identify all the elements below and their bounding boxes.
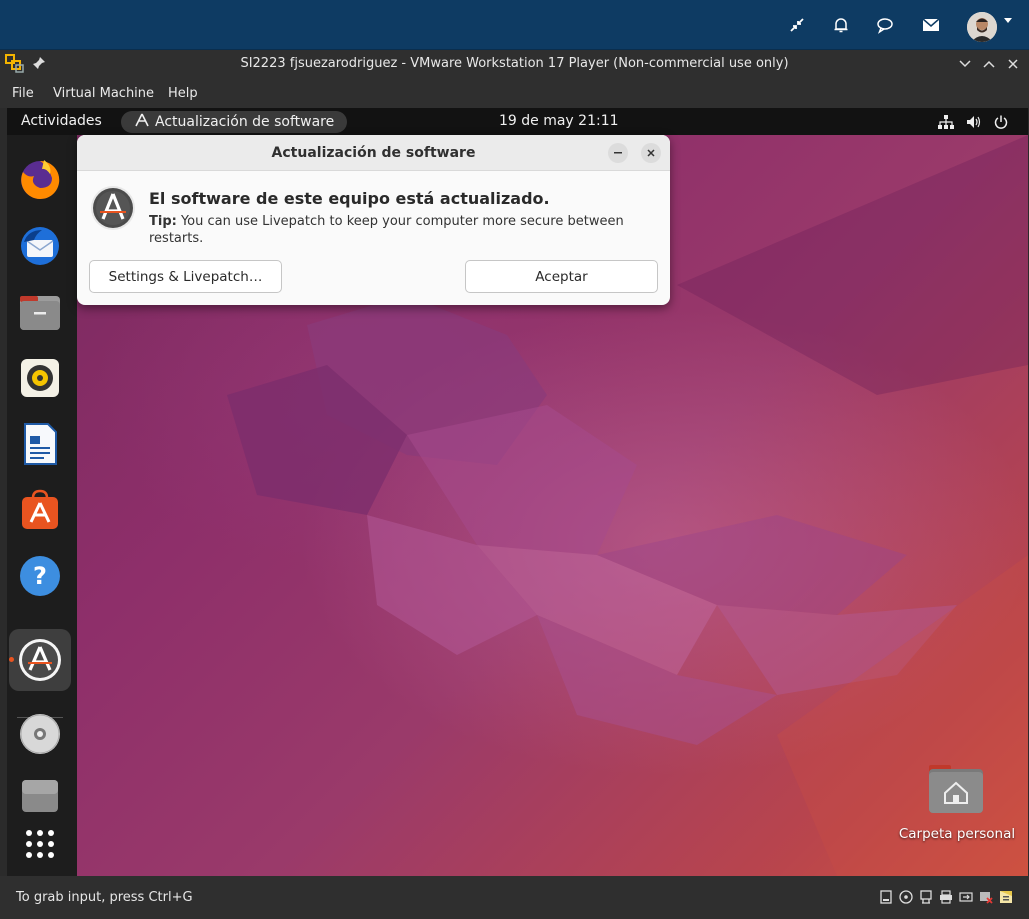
files-icon[interactable] xyxy=(17,289,63,335)
guest-screen[interactable]: Actividades Actualización de software 19… xyxy=(7,108,1028,876)
help-icon[interactable]: ? xyxy=(17,553,63,599)
collapse-arrows-icon[interactable] xyxy=(785,13,809,37)
app-menu-button[interactable]: Actualización de software xyxy=(121,111,347,133)
usb-icon[interactable] xyxy=(958,889,974,905)
hard-disk-icon[interactable] xyxy=(878,889,894,905)
software-updater-dialog-icon xyxy=(90,185,136,231)
clock[interactable]: 19 de may 21:11 xyxy=(499,113,619,129)
volume-icon[interactable] xyxy=(965,113,983,131)
home-folder-icon[interactable] xyxy=(927,763,985,815)
tip-label: Tip: xyxy=(149,214,177,229)
app-menu-label: Actualización de software xyxy=(155,114,335,130)
libreoffice-writer-icon[interactable] xyxy=(17,421,63,467)
vmware-title-bar: SI2223 fjsuezarodriguez - VMware Worksta… xyxy=(0,50,1029,78)
menu-virtual-machine[interactable]: Virtual Machine xyxy=(53,86,154,101)
menu-file[interactable]: File xyxy=(12,86,34,101)
svg-text:?: ? xyxy=(33,562,47,590)
printer-icon[interactable] xyxy=(938,889,954,905)
chevron-down-icon[interactable] xyxy=(1004,18,1012,23)
ubuntu-software-icon[interactable] xyxy=(17,487,63,533)
window-title: SI2223 fjsuezarodriguez - VMware Worksta… xyxy=(240,56,789,71)
settings-livepatch-button[interactable]: Settings & Livepatch… xyxy=(89,260,282,293)
sound-card-icon[interactable] xyxy=(978,889,994,905)
dialog-header: Actualización de software xyxy=(77,135,670,171)
host-top-bar xyxy=(0,0,1029,50)
tip-text: You can use Livepatch to keep your compu… xyxy=(149,214,624,246)
dock: ? xyxy=(7,135,77,876)
menu-help[interactable]: Help xyxy=(168,86,198,101)
message-log-icon[interactable] xyxy=(998,889,1014,905)
grab-input-message: To grab input, press Ctrl+G xyxy=(16,890,193,905)
power-icon[interactable] xyxy=(992,113,1010,131)
gnome-top-bar: Actividades Actualización de software 19… xyxy=(7,108,1028,135)
running-indicator xyxy=(9,657,14,662)
network-adapter-icon[interactable] xyxy=(918,889,934,905)
bell-icon[interactable] xyxy=(829,13,853,37)
vmware-status-bar: To grab input, press Ctrl+G xyxy=(0,876,1029,919)
maximize-chevron-icon[interactable] xyxy=(979,54,999,74)
chat-bubble-icon[interactable] xyxy=(873,13,897,37)
activities-button[interactable]: Actividades xyxy=(21,113,102,129)
show-applications-icon[interactable] xyxy=(17,821,63,867)
dialog-close-button[interactable] xyxy=(641,143,661,163)
dialog-title: Actualización de software xyxy=(271,145,476,161)
thunderbird-icon[interactable] xyxy=(17,223,63,269)
cd-icon[interactable] xyxy=(898,889,914,905)
dialog-heading: El software de este equipo está actualiz… xyxy=(149,189,550,208)
mail-icon[interactable] xyxy=(919,13,943,37)
dialog-tip: Tip: You can use Livepatch to keep your … xyxy=(149,213,649,247)
avatar[interactable] xyxy=(967,12,997,42)
disk-icon[interactable] xyxy=(17,773,63,819)
firefox-icon[interactable] xyxy=(17,157,63,203)
minimize-chevron-icon[interactable] xyxy=(955,54,975,74)
dialog-minimize-button[interactable] xyxy=(608,143,628,163)
dvd-icon[interactable] xyxy=(17,711,63,757)
software-updater-small-icon xyxy=(135,113,149,131)
accept-button[interactable]: Aceptar xyxy=(465,260,658,293)
close-icon[interactable] xyxy=(1003,54,1023,74)
vmware-menu-bar: File Virtual Machine Help xyxy=(0,78,1029,108)
software-update-dialog: Actualización de software El software de… xyxy=(77,135,670,305)
home-folder-label[interactable]: Carpeta personal xyxy=(897,826,1017,842)
software-updater-icon[interactable] xyxy=(17,637,63,683)
rhythmbox-icon[interactable] xyxy=(17,355,63,401)
network-icon[interactable] xyxy=(937,113,955,131)
